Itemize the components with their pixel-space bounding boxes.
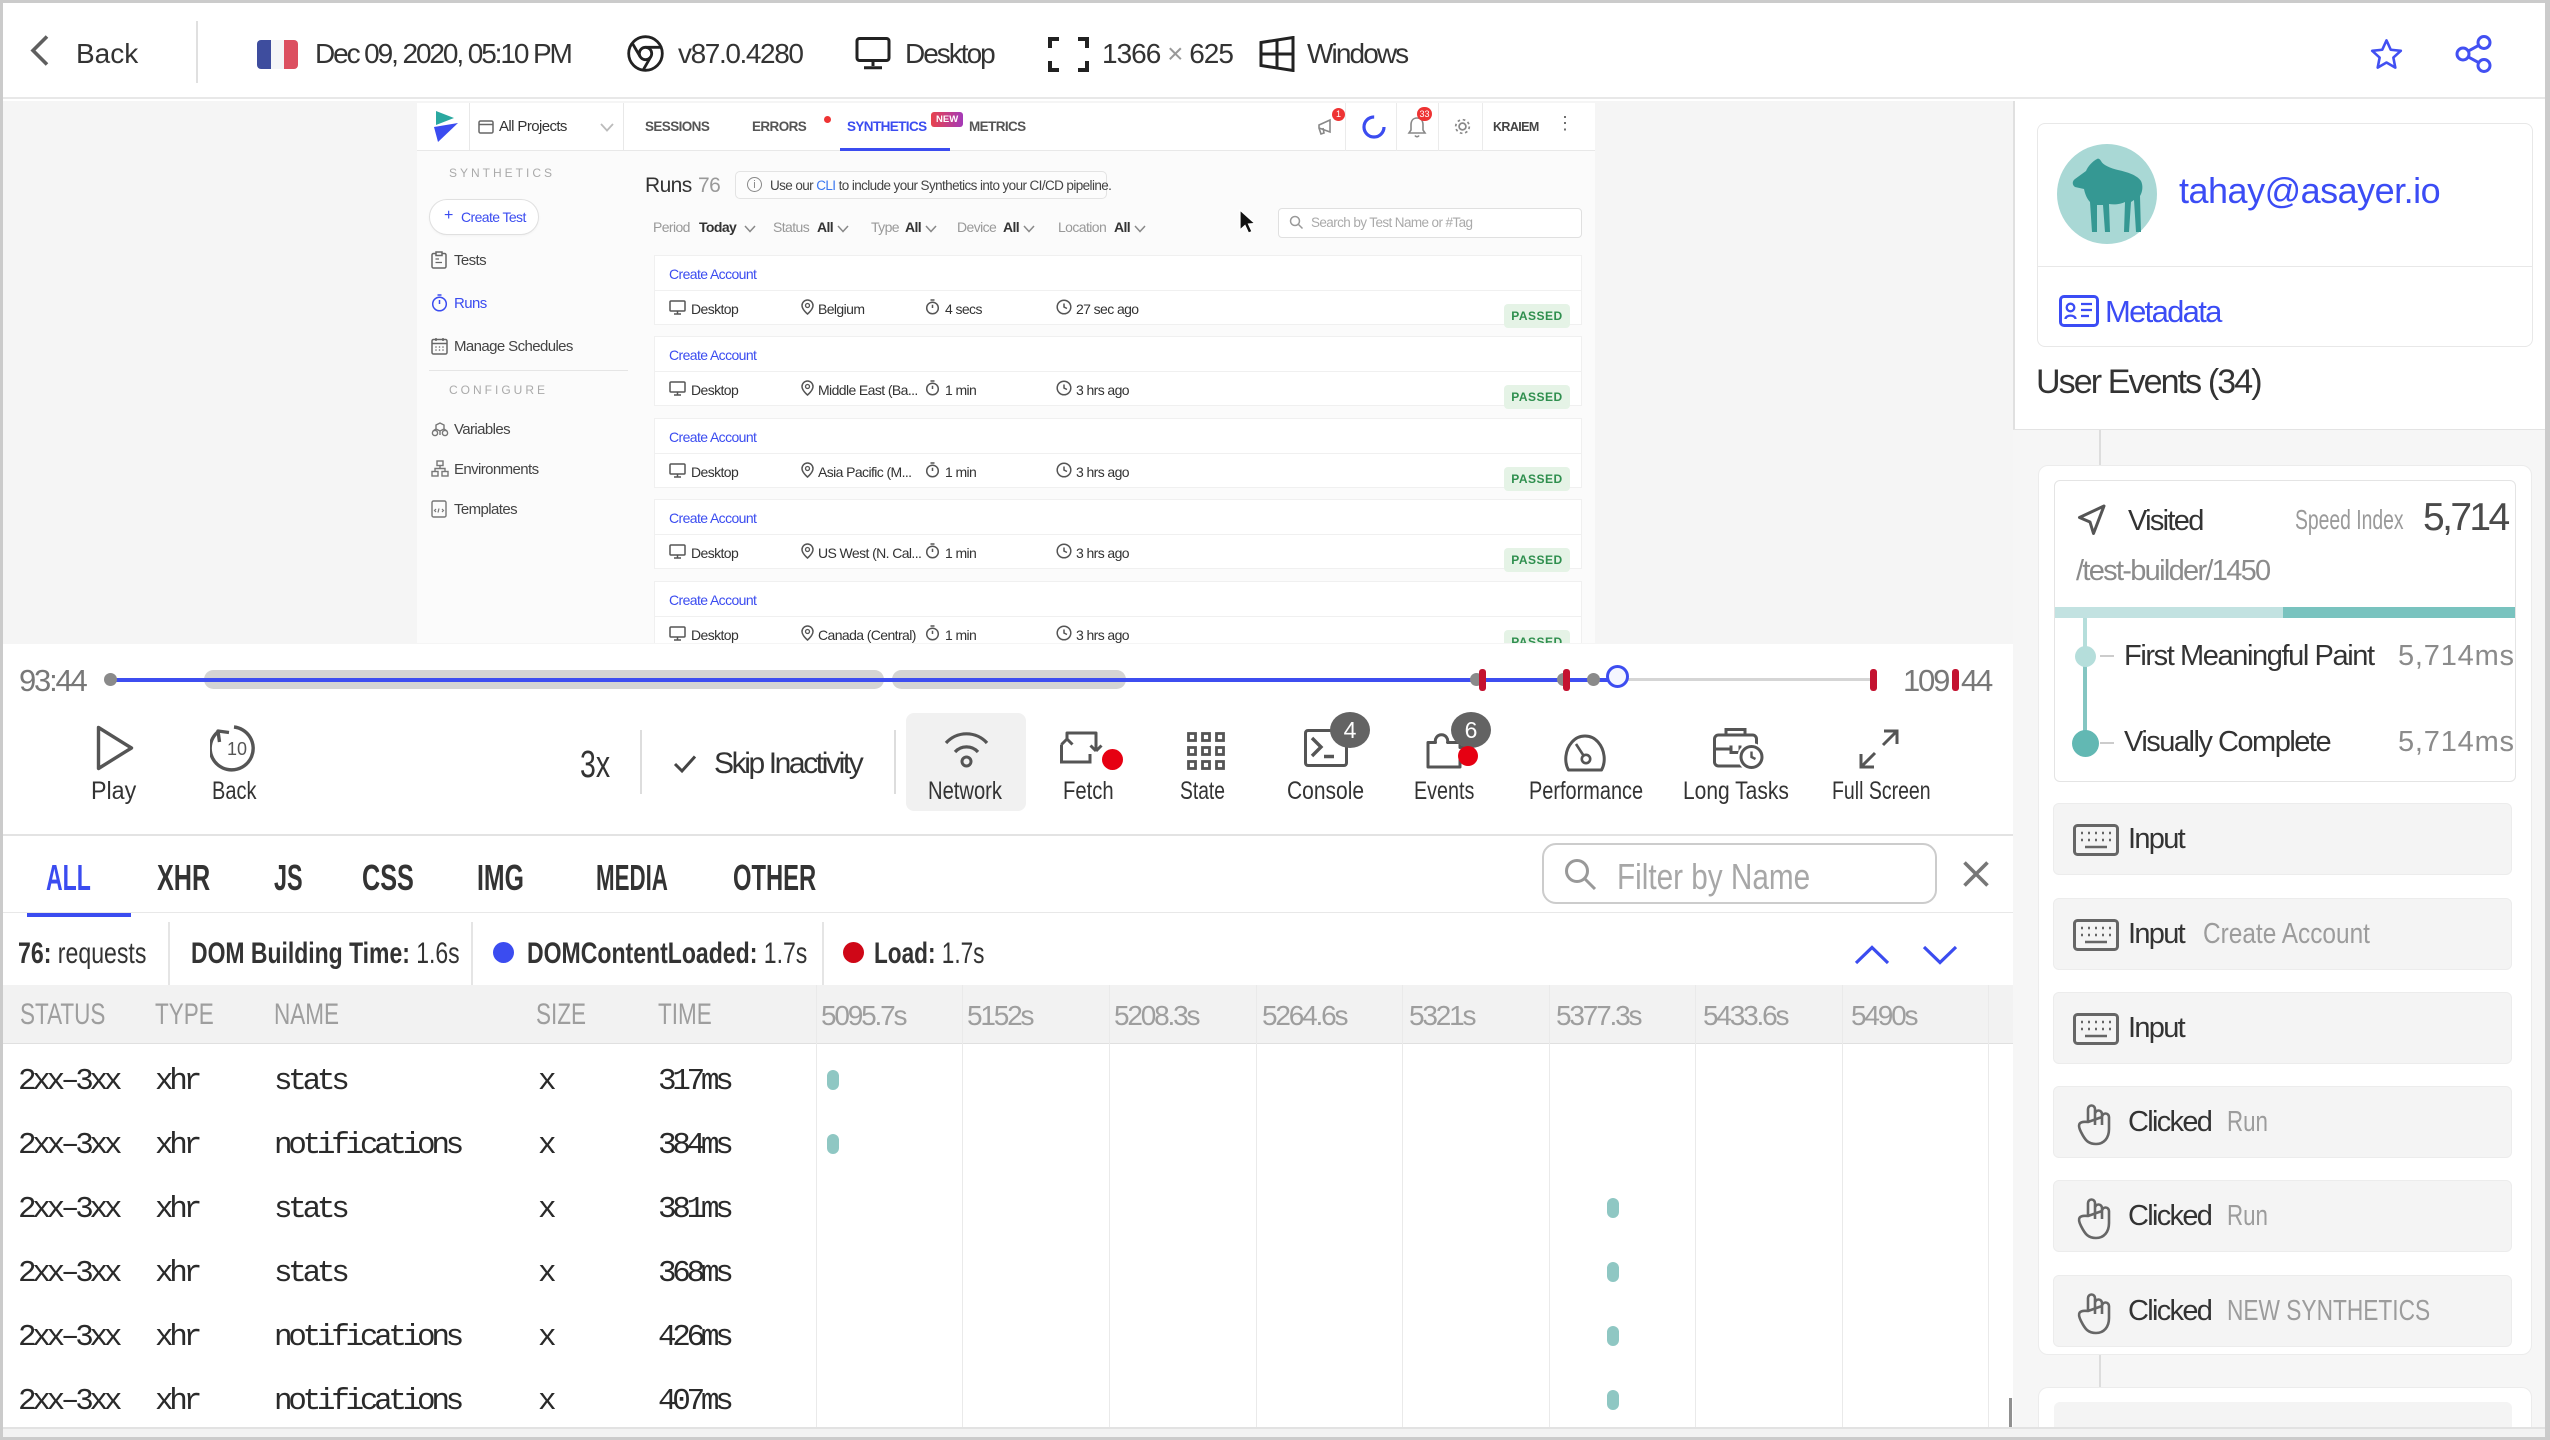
svg-text:10: 10 [227, 739, 247, 759]
